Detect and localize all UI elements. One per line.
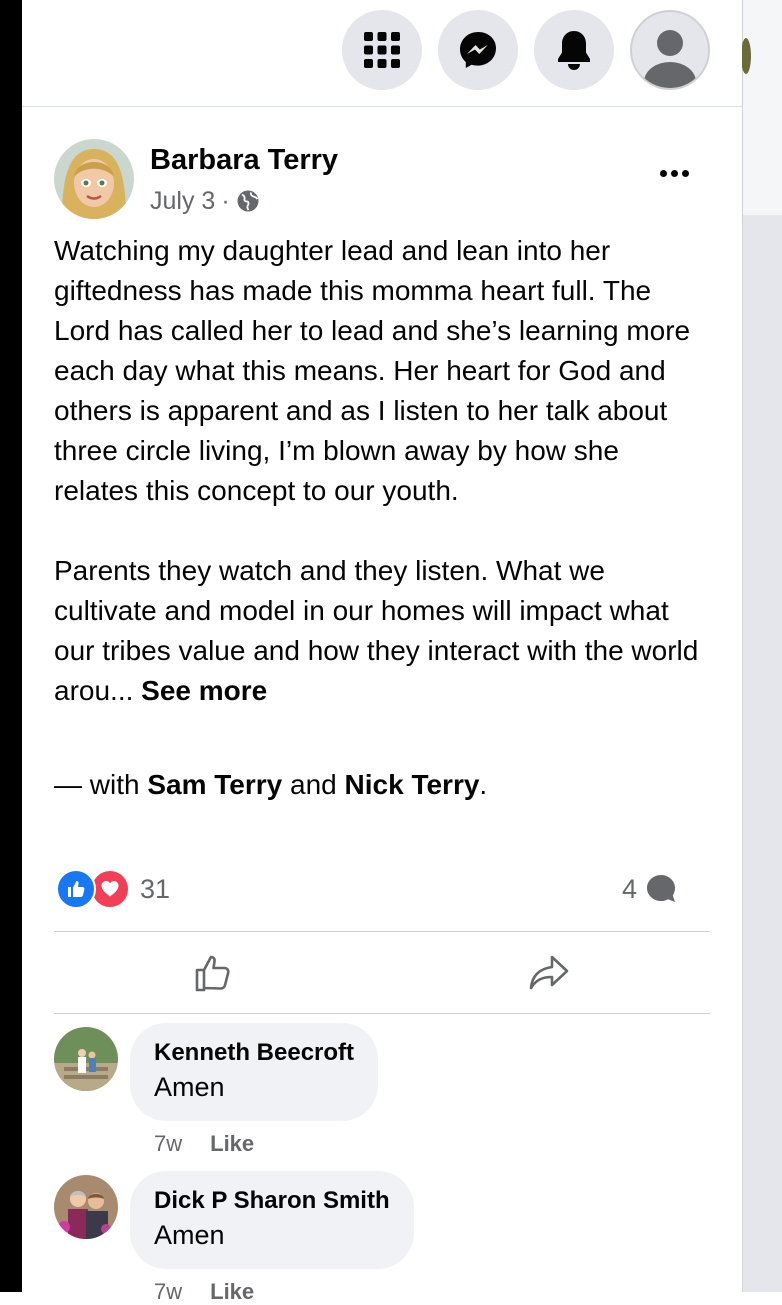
messenger-button[interactable]	[438, 10, 518, 90]
comment-meta: 7w Like	[154, 1279, 254, 1305]
comment-time[interactable]: 7w	[154, 1131, 182, 1157]
tagged-person[interactable]: Sam Terry	[147, 769, 282, 800]
globe-icon	[237, 190, 259, 212]
scrollbar-thumb[interactable]	[743, 0, 782, 215]
scrollbar-track[interactable]	[741, 0, 782, 1292]
share-button[interactable]	[519, 945, 579, 1001]
more-dot-icon	[670, 169, 678, 177]
post-body: Watching my daughter lead and lean into …	[54, 231, 704, 711]
comment-meta: 7w Like	[154, 1131, 254, 1157]
author-avatar[interactable]	[54, 139, 134, 219]
commenter-avatar[interactable]	[54, 1027, 118, 1091]
tagged-person[interactable]: Nick Terry	[345, 769, 480, 800]
like-reaction-icon	[56, 869, 96, 909]
see-more-link[interactable]: See more	[141, 675, 267, 706]
commenter-avatar[interactable]	[54, 1175, 118, 1239]
love-reaction-icon	[90, 869, 130, 909]
author-name[interactable]: Barbara Terry	[150, 143, 338, 177]
comment-text: Amen	[154, 1072, 225, 1102]
notifications-button[interactable]	[534, 10, 614, 90]
offscreen-avatar	[741, 38, 751, 74]
comment-like-button[interactable]: Like	[210, 1279, 254, 1305]
post-paragraph: Watching my daughter lead and lean into …	[54, 235, 691, 506]
top-nav-bar	[22, 0, 742, 107]
like-button[interactable]	[184, 945, 244, 1001]
commenter-name[interactable]: Dick P Sharon Smith	[154, 1185, 390, 1217]
comment-count[interactable]: 4	[622, 869, 677, 909]
messenger-icon	[460, 32, 496, 68]
reaction-count: 31	[140, 873, 171, 904]
comment-bubble: Kenneth Beecroft Amen	[130, 1023, 379, 1121]
more-dot-icon	[681, 169, 689, 177]
window-edge-left	[0, 0, 22, 1292]
comment-bubble: Dick P Sharon Smith Amen	[130, 1171, 414, 1269]
post-meta: July 3 ·	[150, 185, 260, 217]
reactions-summary[interactable]: 31	[56, 869, 170, 909]
grid-menu-icon	[364, 32, 400, 68]
comment-bubble-icon	[647, 875, 676, 902]
bell-icon	[558, 31, 590, 70]
meta-separator: ·	[221, 187, 230, 215]
commenter-name[interactable]: Kenneth Beecroft	[154, 1037, 354, 1069]
menu-button[interactable]	[342, 10, 422, 90]
profile-button[interactable]	[630, 10, 710, 90]
thumbs-up-icon	[195, 955, 230, 992]
comment-text: Amen	[154, 1220, 225, 1250]
share-arrow-icon	[529, 955, 569, 990]
comment-time[interactable]: 7w	[154, 1279, 182, 1305]
post-paragraph: Parents they watch and they listen. What…	[54, 555, 699, 706]
post-card: Barbara Terry July 3 · Watching my daugh…	[22, 107, 742, 1304]
tagged-people: — with Sam Terry and Nick Terry.	[54, 769, 488, 800]
more-options-button[interactable]	[654, 159, 694, 187]
divider	[54, 931, 710, 932]
profile-icon	[644, 30, 696, 88]
divider	[54, 1013, 710, 1014]
more-dot-icon	[659, 169, 667, 177]
comment-like-button[interactable]: Like	[210, 1131, 254, 1157]
post-date[interactable]: July 3	[150, 185, 215, 217]
